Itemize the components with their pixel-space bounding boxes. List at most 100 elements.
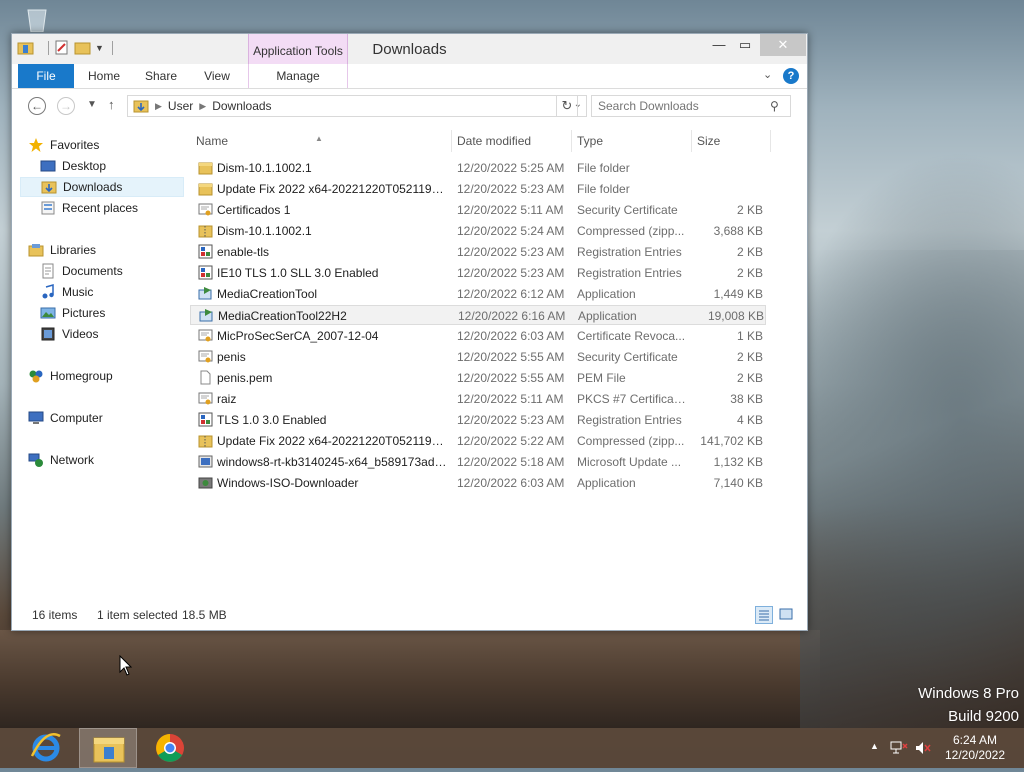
file-type: Application (577, 287, 636, 301)
search-input[interactable] (591, 95, 791, 117)
file-date-modified: 12/20/2022 5:55 AM (457, 350, 565, 364)
nav-music[interactable]: Music (40, 282, 204, 302)
file-row[interactable]: Certificados 1 12/20/2022 5:11 AM Security… (190, 200, 766, 220)
nav-recent-places[interactable]: Recent places (40, 198, 204, 218)
column-divider[interactable] (691, 130, 692, 152)
file-type: File folder (577, 182, 630, 196)
file-date-modified: 12/20/2022 6:03 AM (457, 329, 565, 343)
maximize-button[interactable]: ▭ (730, 34, 760, 56)
column-divider[interactable] (571, 130, 572, 152)
tab-share[interactable]: Share (136, 64, 186, 88)
column-size[interactable]: Size (697, 134, 720, 148)
network-icon (28, 453, 43, 467)
title-bar[interactable]: ▼ Application Tools Downloads — ▭ ✕ (12, 34, 807, 64)
show-hidden-icons-icon[interactable]: ▲ (870, 741, 879, 751)
column-divider[interactable] (770, 130, 771, 152)
file-row[interactable]: Dism-10.1.1002.1 12/20/2022 5:24 AM Compre… (190, 221, 766, 241)
breadcrumb-separator: ▶ (199, 100, 207, 111)
breadcrumb-downloads[interactable]: Downloads (212, 99, 271, 113)
breadcrumb-user[interactable]: User (168, 99, 193, 113)
column-date-modified[interactable]: Date modified (457, 134, 531, 148)
up-button[interactable]: ↑ (108, 97, 115, 112)
file-type: Security Certificate (577, 350, 678, 364)
qat-customize-icon[interactable]: ▼ (95, 43, 104, 53)
nav-computer[interactable]: Computer (28, 408, 192, 428)
network-status-icon[interactable] (890, 740, 908, 756)
file-row[interactable]: IE10 TLS 1.0 SLL 3.0 Enabled 12/20/2022 5… (190, 263, 766, 283)
file-type: Registration Entries (577, 245, 682, 259)
file-row[interactable]: MediaCreationTool 12/20/2022 6:12 AM Appli… (190, 284, 766, 304)
clock-date: 12/20/2022 (944, 748, 1006, 762)
file-row[interactable]: TLS 1.0 3.0 Enabled 12/20/2022 5:23 AM Reg… (190, 410, 766, 430)
file-row[interactable]: raiz 12/20/2022 5:11 AM PKCS #7 Certificat… (190, 389, 766, 409)
back-button[interactable]: ← (28, 97, 46, 115)
file-name: raiz (217, 392, 237, 406)
certificate-icon (198, 349, 213, 364)
nav-favorites[interactable]: Favorites (28, 135, 192, 155)
chrome-taskbar-button[interactable] (141, 728, 199, 768)
file-row[interactable]: MediaCreationTool22H2 12/20/2022 6:16 AM A… (190, 305, 766, 325)
new-folder-icon[interactable] (74, 40, 91, 55)
large-icons-view-button[interactable] (778, 606, 796, 624)
tab-manage[interactable]: Manage (248, 64, 348, 88)
file-row[interactable]: Update Fix 2022 x64-20221220T052119Z-0..… (190, 431, 766, 451)
search-icon[interactable]: ⚲ (770, 99, 779, 113)
nav-documents[interactable]: Documents (40, 261, 204, 281)
column-divider[interactable] (451, 130, 452, 152)
address-bar[interactable]: ▶ User ▶ Downloads ⌄ (127, 95, 587, 117)
file-row[interactable]: penis 12/20/2022 5:55 AM Security Certific… (190, 347, 766, 367)
folder-icon (198, 160, 213, 175)
file-size: 141,702 KB (700, 434, 763, 448)
expand-ribbon-icon[interactable]: ⌄ (763, 68, 772, 81)
file-explorer-taskbar-button[interactable] (79, 728, 137, 768)
file-type: Registration Entries (577, 413, 682, 427)
file-type: Microsoft Update ... (577, 455, 682, 469)
tab-home[interactable]: Home (80, 64, 128, 88)
file-name: Dism-10.1.1002.1 (217, 224, 312, 238)
properties-icon[interactable] (53, 40, 70, 55)
recent-locations-icon[interactable]: ▼ (87, 99, 97, 110)
file-row[interactable]: Dism-10.1.1002.1 12/20/2022 5:25 AM File f… (190, 158, 766, 178)
quick-access-toolbar: ▼ (17, 40, 113, 55)
tab-file[interactable]: File (18, 64, 74, 88)
file-row[interactable]: Windows-ISO-Downloader 12/20/2022 6:03 AM… (190, 473, 766, 493)
internet-explorer-taskbar-button[interactable] (16, 728, 74, 768)
file-row[interactable]: windows8-rt-kb3140245-x64_b589173ad4... 1… (190, 452, 766, 472)
refresh-button[interactable]: ↻ (556, 95, 578, 117)
file-date-modified: 12/20/2022 5:11 AM (457, 392, 564, 406)
chrome-icon (156, 734, 184, 762)
details-view-button[interactable] (755, 606, 773, 624)
file-row[interactable]: enable-tls 12/20/2022 5:23 AM Registration… (190, 242, 766, 262)
help-icon[interactable]: ? (783, 68, 799, 84)
file-date-modified: 12/20/2022 5:55 AM (457, 371, 565, 385)
file-row[interactable]: MicProSecSerCA_2007-12-04 12/20/2022 6:03… (190, 326, 766, 346)
update-package-icon (198, 454, 213, 469)
close-button[interactable]: ✕ (760, 34, 806, 56)
file-size: 2 KB (736, 245, 763, 259)
nav-pictures[interactable]: Pictures (40, 303, 204, 323)
forward-button[interactable]: → (57, 97, 75, 115)
nav-videos[interactable]: Videos (40, 324, 204, 344)
file-row[interactable]: Update Fix 2022 x64-20221220T052119Z-0..… (190, 179, 766, 199)
nav-homegroup[interactable]: Homegroup (28, 366, 192, 386)
nav-libraries[interactable]: Libraries (28, 240, 192, 260)
file-date-modified: 12/20/2022 5:18 AM (457, 455, 565, 469)
file-size: 1,449 KB (713, 287, 763, 301)
volume-muted-icon[interactable] (914, 740, 932, 756)
system-clock[interactable]: 6:24 AM 12/20/2022 (940, 733, 1010, 763)
nav-downloads-label: Downloads (63, 180, 123, 194)
tab-view[interactable]: View (194, 64, 240, 88)
nav-network[interactable]: Network (28, 450, 192, 470)
desktop-wallpaper-cliff (800, 250, 1024, 730)
videos-icon (41, 327, 55, 341)
nav-desktop[interactable]: Desktop (40, 156, 204, 176)
status-bar: 16 items 1 item selected 18.5 MB (12, 604, 807, 628)
recycle-bin-icon[interactable] (22, 6, 52, 33)
mouse-cursor-icon (119, 655, 133, 676)
column-name[interactable]: Name (196, 134, 228, 148)
nav-downloads[interactable]: Downloads (20, 177, 184, 197)
column-type[interactable]: Type (577, 134, 603, 148)
qat-separator (48, 40, 49, 55)
ribbon-tabs: File Home Share View Manage ⌄ ? (12, 64, 807, 89)
file-row[interactable]: penis.pem 12/20/2022 5:55 AM PEM File 2 KB (190, 368, 766, 388)
